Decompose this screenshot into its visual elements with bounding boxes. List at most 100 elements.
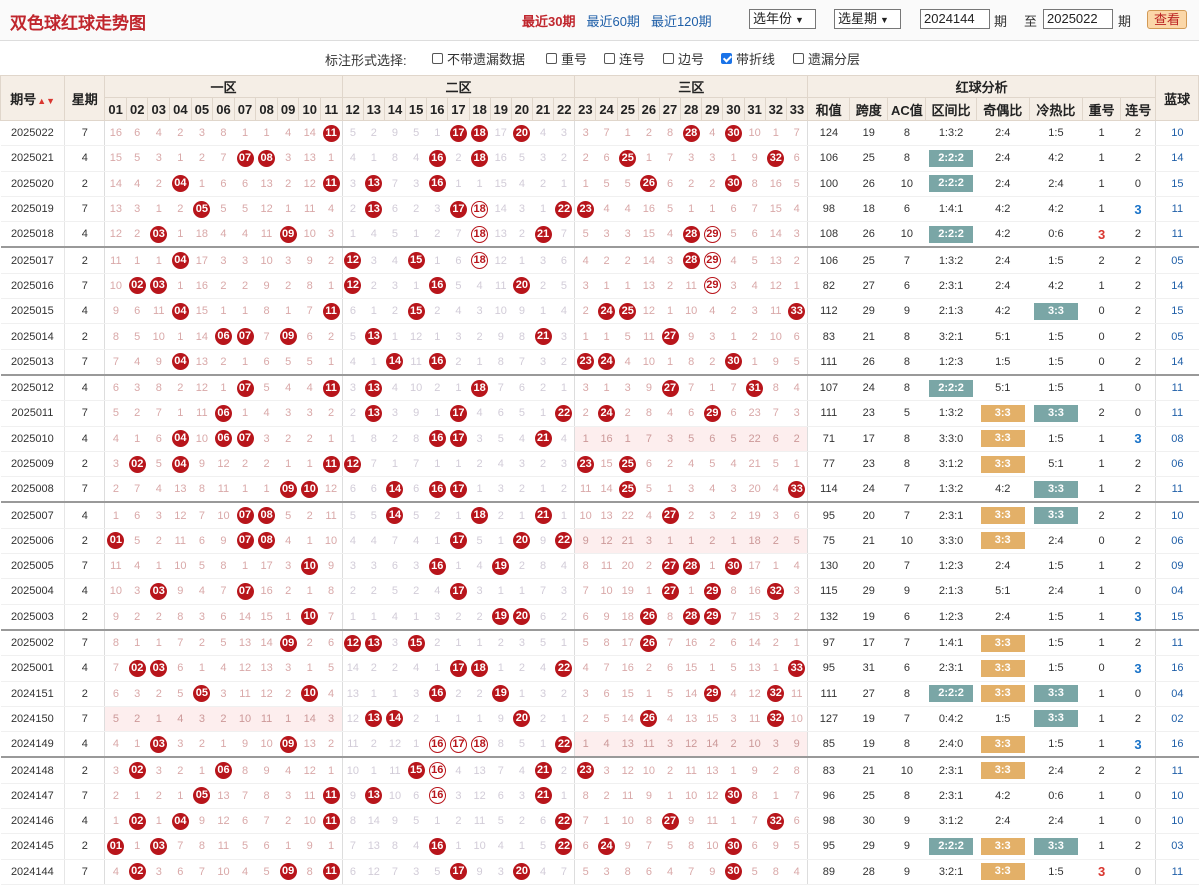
table-row: 2025015 4 9 6 11 04 15 1 1 8 1 7 11 6 1 2 15 2 4 3 10 9 1 4 2 24 2… <box>0 298 1199 325</box>
number-cell: 15 <box>744 604 766 631</box>
number-cell: 12 <box>169 501 192 529</box>
number-cell: 11 <box>191 400 213 427</box>
option-checkbox[interactable]: 重号 <box>546 49 587 68</box>
number-cell: 8 <box>490 731 512 758</box>
issue-header-label[interactable]: 期号 <box>10 92 36 107</box>
number-cell: 1 <box>722 323 745 350</box>
number-cell: 2 <box>659 451 681 478</box>
analysis-col-header: AC值 <box>887 97 927 121</box>
number-cell: 3 <box>147 501 170 529</box>
number-cell: 8 <box>363 426 385 452</box>
number-cell: 3 <box>342 171 364 197</box>
checkbox-checked-icon[interactable] <box>721 53 732 64</box>
number-cell: 3 <box>490 859 512 885</box>
option-checkbox[interactable]: 不带遗漏数据 <box>432 49 525 68</box>
red-ball: 23 <box>577 200 595 218</box>
blue-ball-cell: 11 <box>1155 859 1199 885</box>
table-row: 2024144 7 4 02 3 6 7 10 4 5 09 8 11 6 12 7 3 5 17 9 3 20 4 7 5 3 8… <box>0 859 1199 885</box>
number-cell: 2 <box>511 808 533 835</box>
week-cell: 7 <box>64 349 106 376</box>
number-cell: 2 <box>277 273 299 300</box>
checkbox-icon[interactable] <box>793 53 804 64</box>
number-cell: 1 <box>595 373 618 402</box>
number-cell: 9 <box>680 808 702 835</box>
option-checkbox[interactable]: 连号 <box>604 49 645 68</box>
number-cell: 10 <box>298 808 321 835</box>
number-cell: 12 <box>595 528 618 555</box>
number-cell: 2 <box>532 706 554 733</box>
hot-cell: 0:6 <box>1029 221 1083 248</box>
number-cell: 3 <box>553 120 576 147</box>
issue-from-input[interactable]: 2024144 <box>920 9 990 29</box>
con-cell: 2 <box>1120 323 1157 350</box>
number-cell: 1 <box>277 196 299 223</box>
red-ball-ring: 18 <box>471 252 489 270</box>
number-cell: 1 <box>511 681 533 707</box>
number-cell: 5 <box>212 628 235 657</box>
number-cell: 4 <box>659 859 681 885</box>
rep-cell: 3 <box>1082 859 1121 885</box>
year-select[interactable]: 选年份 ▼ <box>749 9 816 29</box>
number-cell: 2 <box>363 655 385 682</box>
hot-cell: 1:5 <box>1029 349 1083 376</box>
week-select[interactable]: 选星期 ▼ <box>834 9 901 29</box>
option-checkbox[interactable]: 带折线 <box>721 49 775 68</box>
number-cell: 6 <box>147 426 170 452</box>
checkbox-icon[interactable] <box>663 53 674 64</box>
table-row: 2025018 4 12 2 03 1 18 4 4 11 09 10 3 1 4 5 1 2 7 18 13 2 21 7 5… <box>0 221 1199 248</box>
number-cell: 2 <box>617 400 639 427</box>
number-cell: 3 <box>277 655 299 682</box>
number-cell: 1 <box>104 808 127 835</box>
issue-to-input[interactable]: 2025022 <box>1043 9 1113 29</box>
number-cell: 1 <box>553 706 576 733</box>
red-ball: 15 <box>407 302 425 320</box>
checkbox-icon[interactable] <box>432 53 443 64</box>
query-button[interactable]: 查看 <box>1147 10 1187 29</box>
number-cell: 02 <box>126 859 148 885</box>
sum-cell: 95 <box>807 833 850 860</box>
checkbox-icon[interactable] <box>546 53 557 64</box>
analysis-col-header: 和值 <box>807 97 851 121</box>
red-ball: 27 <box>661 557 679 575</box>
number-cell: 1 <box>574 731 596 758</box>
number-cell: 03 <box>147 731 170 758</box>
sort-icon[interactable]: ▲▼ <box>37 96 55 106</box>
zone-cell: 1:4:1 <box>925 196 977 223</box>
hot-cell: 3:3 <box>1029 681 1083 707</box>
blue-ball-cell: 10 <box>1155 808 1199 835</box>
option-checkbox[interactable]: 遗漏分层 <box>793 49 860 68</box>
zone-cell: 2:2:2 <box>925 145 977 172</box>
period-link[interactable]: 最近120期 <box>651 14 712 29</box>
red-ball: 19 <box>492 608 510 626</box>
number-cell: 4 <box>212 655 235 682</box>
number-cell: 23 <box>574 451 596 478</box>
number-cell: 5 <box>212 196 235 223</box>
period-link[interactable]: 最近30期 <box>522 14 575 29</box>
number-cell: 4 <box>363 221 385 248</box>
blue-ball-cell: 11 <box>1155 221 1199 248</box>
number-cell: 1 <box>701 655 723 682</box>
number-cell: 9 <box>680 323 702 350</box>
number-cell: 4 <box>490 833 512 860</box>
range-separator: 至 <box>1024 14 1038 29</box>
number-cell: 9 <box>169 578 192 605</box>
number-cell: 5 <box>298 349 321 376</box>
number-cell: 8 <box>104 323 127 350</box>
span-cell: 24 <box>849 476 888 503</box>
number-cell: 6 <box>169 655 192 682</box>
option-checkbox[interactable]: 边号 <box>663 49 704 68</box>
red-ball: 16 <box>428 837 446 855</box>
number-cell: 1 <box>659 298 681 325</box>
red-ball: 02 <box>128 812 146 830</box>
number-cell: 10 <box>234 706 256 733</box>
ac-cell: 9 <box>887 859 926 885</box>
issue-cell: 2025013 <box>0 349 66 376</box>
number-cell: 11 <box>320 120 343 147</box>
red-ball: 07 <box>236 379 254 397</box>
checkbox-icon[interactable] <box>604 53 615 64</box>
period-link[interactable]: 最近60期 <box>586 14 639 29</box>
number-cell: 2 <box>298 426 321 452</box>
number-cell: 1 <box>363 756 385 784</box>
number-cell: 23 <box>574 756 596 784</box>
rep-cell: 1 <box>1082 706 1121 733</box>
